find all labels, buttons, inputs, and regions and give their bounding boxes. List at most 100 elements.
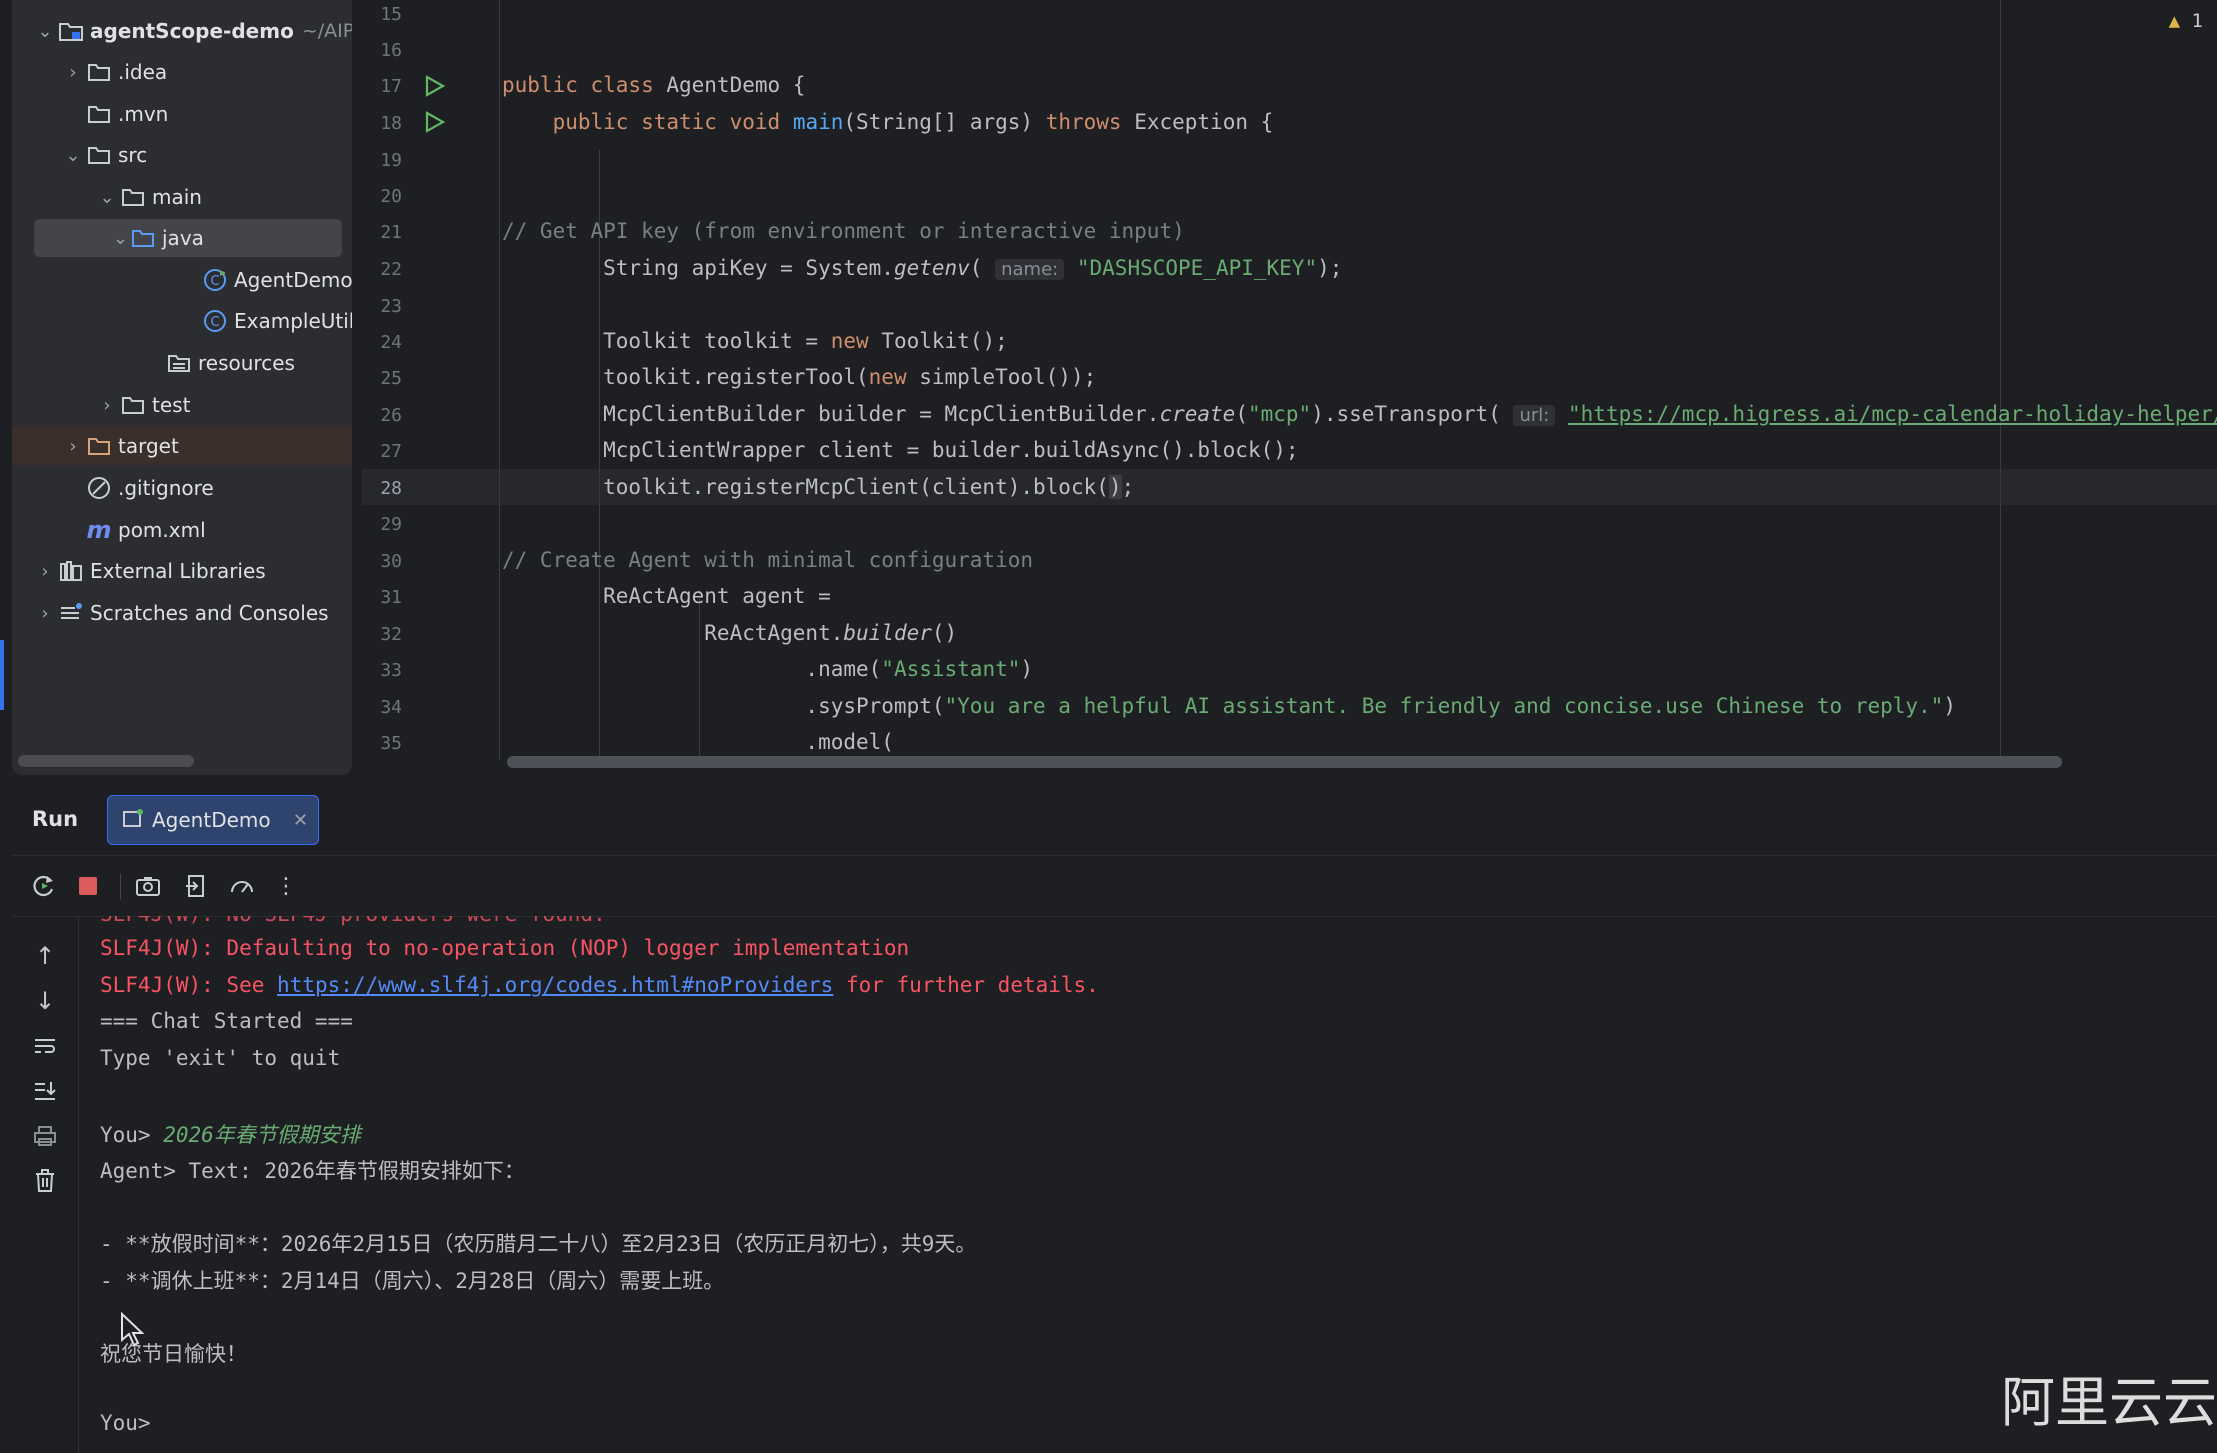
- you-prompt: You>: [100, 1123, 164, 1147]
- tree-item-pom[interactable]: m pom.xml: [84, 511, 205, 549]
- chevron-right-icon[interactable]: ›: [96, 395, 118, 416]
- console-line-nop: SLF4J(W): Defaulting to no-operation (NO…: [100, 936, 910, 960]
- editor-horizontal-scrollbar[interactable]: [507, 756, 2062, 768]
- tree-item-label: .idea: [118, 60, 168, 84]
- tree-item-agentdemo[interactable]: C AgentDemo: [200, 261, 352, 299]
- console-line-user: You> 2026年春节假期安排: [100, 1119, 361, 1149]
- folder-icon: [118, 184, 148, 210]
- stop-icon[interactable]: [72, 870, 104, 902]
- env-var-string: "DASHSCOPE_API_KEY": [1076, 256, 1318, 280]
- source-folder-icon: [128, 225, 158, 251]
- more-icon[interactable]: ⋮: [270, 870, 302, 902]
- chevron-down-icon[interactable]: ⌄: [96, 187, 118, 208]
- mouse-cursor-icon: [121, 1312, 145, 1347]
- slf4j-link[interactable]: https://www.slf4j.org/codes.html#noProvi…: [277, 973, 833, 997]
- assistant-string: "Assistant": [881, 657, 1021, 681]
- chevron-down-icon[interactable]: ⌄: [34, 21, 56, 42]
- inspection-widget[interactable]: ▲ 1: [2169, 10, 2203, 32]
- tree-item-label: java: [162, 226, 204, 250]
- svg-text:C: C: [210, 274, 219, 289]
- line-number: 30: [380, 551, 402, 572]
- camera-icon[interactable]: [132, 870, 164, 902]
- toolbar-separator: [120, 874, 121, 900]
- chevron-right-icon[interactable]: ›: [62, 62, 84, 83]
- console-line-agent: Agent> Text: 2026年春节假期安排如下：: [100, 1159, 525, 1183]
- line-number: 15: [380, 4, 402, 25]
- tree-item-resources[interactable]: resources: [164, 344, 295, 382]
- rerun-icon[interactable]: [28, 870, 60, 902]
- print-icon[interactable]: [29, 1120, 61, 1152]
- tree-item-main[interactable]: ⌄ main: [96, 178, 202, 216]
- tree-item-gitignore[interactable]: .gitignore: [84, 469, 214, 507]
- profiler-icon[interactable]: [226, 870, 258, 902]
- tree-item-src[interactable]: ⌄ src: [62, 136, 147, 174]
- param-hint-url: url:: [1513, 405, 1556, 426]
- mcp-url-link[interactable]: "https://mcp.higress.ai/mcp-calendar-hol…: [1568, 402, 2217, 426]
- tree-item-target[interactable]: › target: [12, 427, 352, 465]
- run-side-toolbar: ↑ ↓: [12, 916, 79, 1453]
- tree-item-mvn[interactable]: .mvn: [84, 95, 168, 133]
- tree-item-exampleutils[interactable]: C ExampleUtils: [200, 302, 352, 340]
- see-suffix: for further details.: [833, 973, 1099, 997]
- line-number: 24: [380, 332, 402, 353]
- svg-text:C: C: [210, 315, 219, 330]
- line-number: 32: [380, 624, 402, 645]
- code-line-32: ReActAgent.builder(): [502, 621, 958, 645]
- tree-item-label: AgentDemo: [234, 268, 352, 292]
- code-line-21: // Get API key (from environment or inte…: [502, 219, 1185, 243]
- folder-icon: [118, 392, 148, 418]
- tree-item-scratches[interactable]: › Scratches and Consoles: [34, 594, 329, 632]
- line-number: 26: [380, 405, 402, 426]
- line-number: 17: [380, 76, 402, 97]
- line-number: 35: [380, 733, 402, 754]
- scroll-up-icon[interactable]: ↑: [29, 940, 61, 972]
- resources-folder-icon: [164, 350, 194, 376]
- soft-wrap-icon[interactable]: [29, 1030, 61, 1062]
- right-margin-guide: [2000, 0, 2001, 760]
- tree-item-label: main: [152, 185, 202, 209]
- run-header: Run AgentDemo ✕: [12, 785, 2217, 855]
- folder-icon: [84, 101, 114, 127]
- run-title: Run: [32, 807, 79, 831]
- line-number: 27: [380, 441, 402, 462]
- code-line-17: public class AgentDemo {: [502, 73, 806, 97]
- tab-label: AgentDemo: [152, 808, 271, 832]
- run-gutter-icon[interactable]: [422, 74, 446, 102]
- console-line-exit-hint: Type 'exit' to quit: [100, 1046, 341, 1070]
- tree-item-external-libraries[interactable]: › External Libraries: [34, 552, 265, 590]
- code-line-30: // Create Agent with minimal configurati…: [502, 548, 1034, 572]
- console-output[interactable]: SLF4J(W): No SLF4J providers were found.…: [100, 916, 2200, 1453]
- exit-icon[interactable]: [180, 870, 212, 902]
- console-line-bullet-2: - **调休上班**：2月14日（周六）、2月28日（周六）需要上班。: [100, 1269, 725, 1293]
- code-line-27: McpClientWrapper client = builder.buildA…: [502, 438, 1299, 462]
- tree-item-java[interactable]: ⌄ java: [34, 219, 342, 257]
- tree-item-label: test: [152, 393, 191, 417]
- close-icon[interactable]: ✕: [293, 810, 308, 831]
- warning-count: 1: [2191, 10, 2203, 32]
- line-number: 22: [380, 259, 402, 280]
- chevron-right-icon[interactable]: ›: [62, 436, 84, 457]
- code-line-25: toolkit.registerTool(new simpleTool());: [502, 365, 1097, 389]
- tab-agentdemo[interactable]: AgentDemo ✕: [107, 795, 319, 845]
- project-horizontal-scrollbar[interactable]: [18, 755, 194, 767]
- tree-root[interactable]: ⌄ agentScope-demo ~/AIP: [34, 12, 352, 50]
- tree-item-idea[interactable]: › .idea: [62, 53, 167, 91]
- run-config-icon: [122, 808, 144, 833]
- chevron-right-icon[interactable]: ›: [34, 561, 56, 582]
- chevron-right-icon[interactable]: ›: [34, 603, 56, 624]
- tree-item-label: resources: [198, 351, 295, 375]
- chevron-down-icon[interactable]: ⌄: [34, 228, 128, 249]
- project-name: agentScope-demo: [90, 19, 294, 43]
- tree-item-label: Scratches and Consoles: [90, 601, 329, 625]
- code-editor[interactable]: 15 16 17 18 19 20 21 22 23 24 25 26 27 2…: [362, 0, 2217, 775]
- trash-icon[interactable]: [29, 1165, 61, 1197]
- maven-icon: m: [86, 516, 112, 544]
- line-number: 18: [380, 113, 402, 134]
- tree-item-test[interactable]: › test: [96, 386, 190, 424]
- run-gutter-icon[interactable]: [422, 110, 446, 138]
- chevron-down-icon[interactable]: ⌄: [62, 145, 84, 166]
- project-path: ~/AIP: [301, 20, 352, 42]
- scroll-to-end-icon[interactable]: [29, 1075, 61, 1107]
- code-line-34: .sysPrompt("You are a helpful AI assista…: [502, 694, 1956, 718]
- scroll-down-icon[interactable]: ↓: [29, 985, 61, 1017]
